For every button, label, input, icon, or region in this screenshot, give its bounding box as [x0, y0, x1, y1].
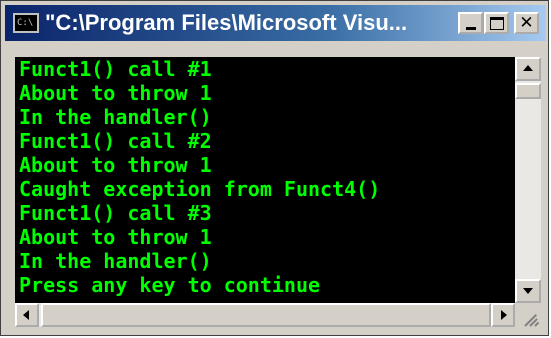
maximize-icon — [490, 17, 504, 30]
scroll-left-button[interactable] — [15, 303, 39, 327]
vertical-scrollbar[interactable] — [515, 57, 541, 303]
console-line: Press any key to continue — [19, 273, 321, 297]
scroll-right-button[interactable] — [491, 303, 515, 327]
console-app-icon[interactable]: C:\ — [13, 13, 39, 33]
arrow-right-icon — [501, 310, 507, 320]
console-line: In the handler() — [19, 105, 212, 129]
console-line: About to throw 1 — [19, 153, 212, 177]
minimize-button[interactable] — [458, 12, 483, 34]
console-output[interactable]: Funct1() call #1 About to throw 1 In the… — [15, 57, 515, 303]
title-bar[interactable]: C:\ "C:\Program Files\Microsoft Visu... … — [5, 5, 546, 41]
close-icon: ✕ — [519, 13, 534, 33]
vertical-scroll-thumb[interactable] — [515, 83, 541, 99]
scroll-down-button[interactable] — [515, 279, 541, 303]
arrow-down-icon — [523, 288, 533, 294]
grip-line — [534, 321, 540, 327]
console-line: Funct1() call #2 — [19, 129, 212, 153]
maximize-button[interactable] — [484, 12, 509, 34]
console-line: Funct1() call #3 — [19, 201, 212, 225]
arrow-up-icon — [523, 65, 533, 71]
console-line: About to throw 1 — [19, 225, 212, 249]
console-line: Caught exception from Funct4() — [19, 177, 381, 201]
console-line: About to throw 1 — [19, 81, 212, 105]
console-line: Funct1() call #1 — [19, 57, 212, 81]
window-title: "C:\Program Files\Microsoft Visu... — [45, 10, 408, 35]
horizontal-scrollbar[interactable] — [15, 303, 515, 327]
horizontal-scroll-thumb[interactable] — [41, 303, 491, 327]
console-line: In the handler() — [19, 249, 212, 273]
minimize-icon — [466, 27, 476, 30]
resize-grip[interactable] — [515, 303, 541, 327]
arrow-left-icon — [23, 310, 29, 320]
console-window: C:\ "C:\Program Files\Microsoft Visu... … — [0, 0, 549, 336]
close-button[interactable]: ✕ — [514, 12, 539, 34]
scroll-up-button[interactable] — [515, 57, 541, 81]
